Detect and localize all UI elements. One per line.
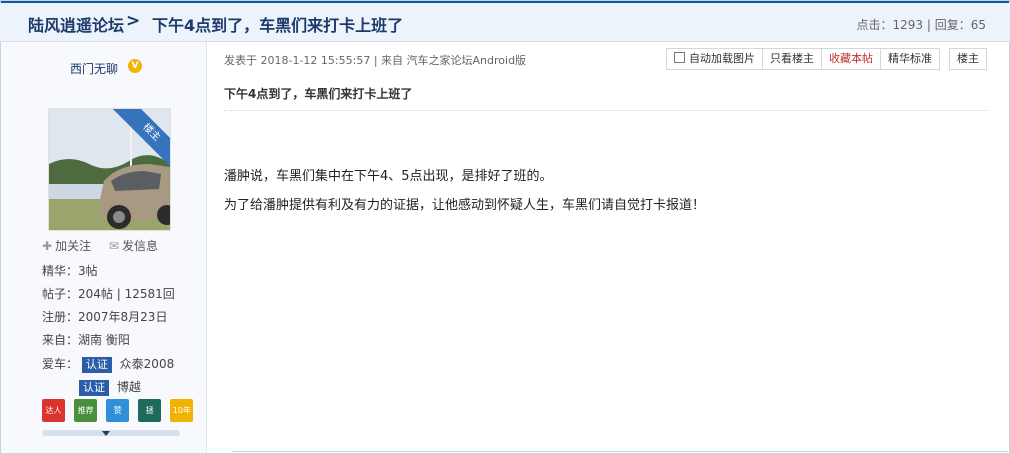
only-op-button[interactable]: 只看楼主: [762, 48, 822, 70]
rescue-medal-icon[interactable]: 拯: [138, 399, 162, 422]
author-stat-posts: 帖子：204帖 | 12581回: [42, 287, 175, 301]
checkbox-icon[interactable]: [674, 52, 685, 63]
certified-badge: 认证: [79, 380, 109, 396]
v-icon: V: [128, 59, 142, 73]
ten-year-medal-icon[interactable]: 10年: [170, 399, 194, 422]
follow-label: 加关注: [55, 239, 92, 253]
thumbs-up-medal-icon[interactable]: 赞: [106, 399, 130, 422]
thread-header: 陆风逍遥论坛 > 下午4点到了，车黑们来打卡上班了 点击：1293 | 回复：6…: [0, 3, 1010, 42]
bottom-divider: [232, 451, 1008, 452]
medal-scroll-bar[interactable]: [42, 430, 180, 436]
author-stat-location: 来自：湖南 衡阳: [42, 333, 130, 347]
car-name-link[interactable]: 博越: [117, 380, 141, 394]
follow-button[interactable]: ✚ 加关注: [42, 239, 95, 253]
medal-row: 达人 推荐 赞 拯 10年: [42, 399, 197, 422]
thread-title: 下午4点到了，车黑们来打卡上班了: [152, 16, 404, 35]
avatar[interactable]: 楼主: [48, 108, 171, 231]
author-car-row-2: 认证 博越: [79, 378, 141, 396]
car-label: 爱车：: [42, 357, 79, 371]
author-actions: ✚ 加关注 ✉ 发信息: [42, 237, 172, 254]
post-paragraph-1: 潘肿说，车黑们集中在下午4、5点出现，是排好了班的。: [224, 169, 553, 184]
author-stat-digest: 精华：3帖: [42, 264, 98, 278]
chevron-down-icon[interactable]: [102, 431, 110, 436]
author-sidebar: 西门无聊 V 楼主 ✚ 加关注 ✉ 发信息 精华：3帖 帖子：204帖 | 1258…: [1, 42, 207, 453]
message-label: 发信息: [121, 239, 158, 253]
mail-icon: ✉: [108, 239, 119, 253]
digest-standard-button[interactable]: 精华标准: [880, 48, 940, 70]
message-button[interactable]: ✉ 发信息: [109, 239, 158, 253]
floor-owner-badge: 楼主: [949, 48, 987, 70]
thread-stats: 点击：1293 | 回复：65: [856, 18, 986, 32]
author-name-link[interactable]: 西门无聊: [70, 60, 118, 77]
breadcrumb-separator: >: [126, 11, 141, 31]
post-paragraph-2: 为了给潘肿提供有利及有力的证据，让他感动到怀疑人生，车黑们请自觉打卡报道！: [224, 198, 706, 213]
post-toolbar: 自动加载图片 只看楼主 收藏本帖 精华标准 楼主: [666, 48, 987, 70]
post-title: 下午4点到了，车黑们来打卡上班了: [224, 87, 413, 101]
forum-name-link[interactable]: 陆风逍遥论坛: [28, 12, 124, 36]
post-meta: 发表于 2018-1-12 15:55:57 | 来自 汽车之家论坛Androi…: [224, 54, 527, 67]
favorite-button[interactable]: 收藏本帖: [821, 48, 881, 70]
title-divider: [224, 110, 988, 111]
plus-icon: ✚: [42, 239, 53, 253]
auto-load-images-toggle[interactable]: 自动加载图片: [666, 48, 763, 70]
expert-medal-icon[interactable]: 达人: [42, 399, 65, 422]
certified-badge: 认证: [81, 357, 112, 373]
author-car-row-1: 爱车： 认证 众泰2008: [42, 355, 174, 373]
author-stat-registered: 注册：2007年8月23日: [42, 310, 168, 324]
car-name-link[interactable]: 众泰2008: [120, 357, 175, 371]
auto-load-label: 自动加载图片: [689, 52, 755, 65]
recommend-medal-icon[interactable]: 推荐: [74, 399, 98, 422]
